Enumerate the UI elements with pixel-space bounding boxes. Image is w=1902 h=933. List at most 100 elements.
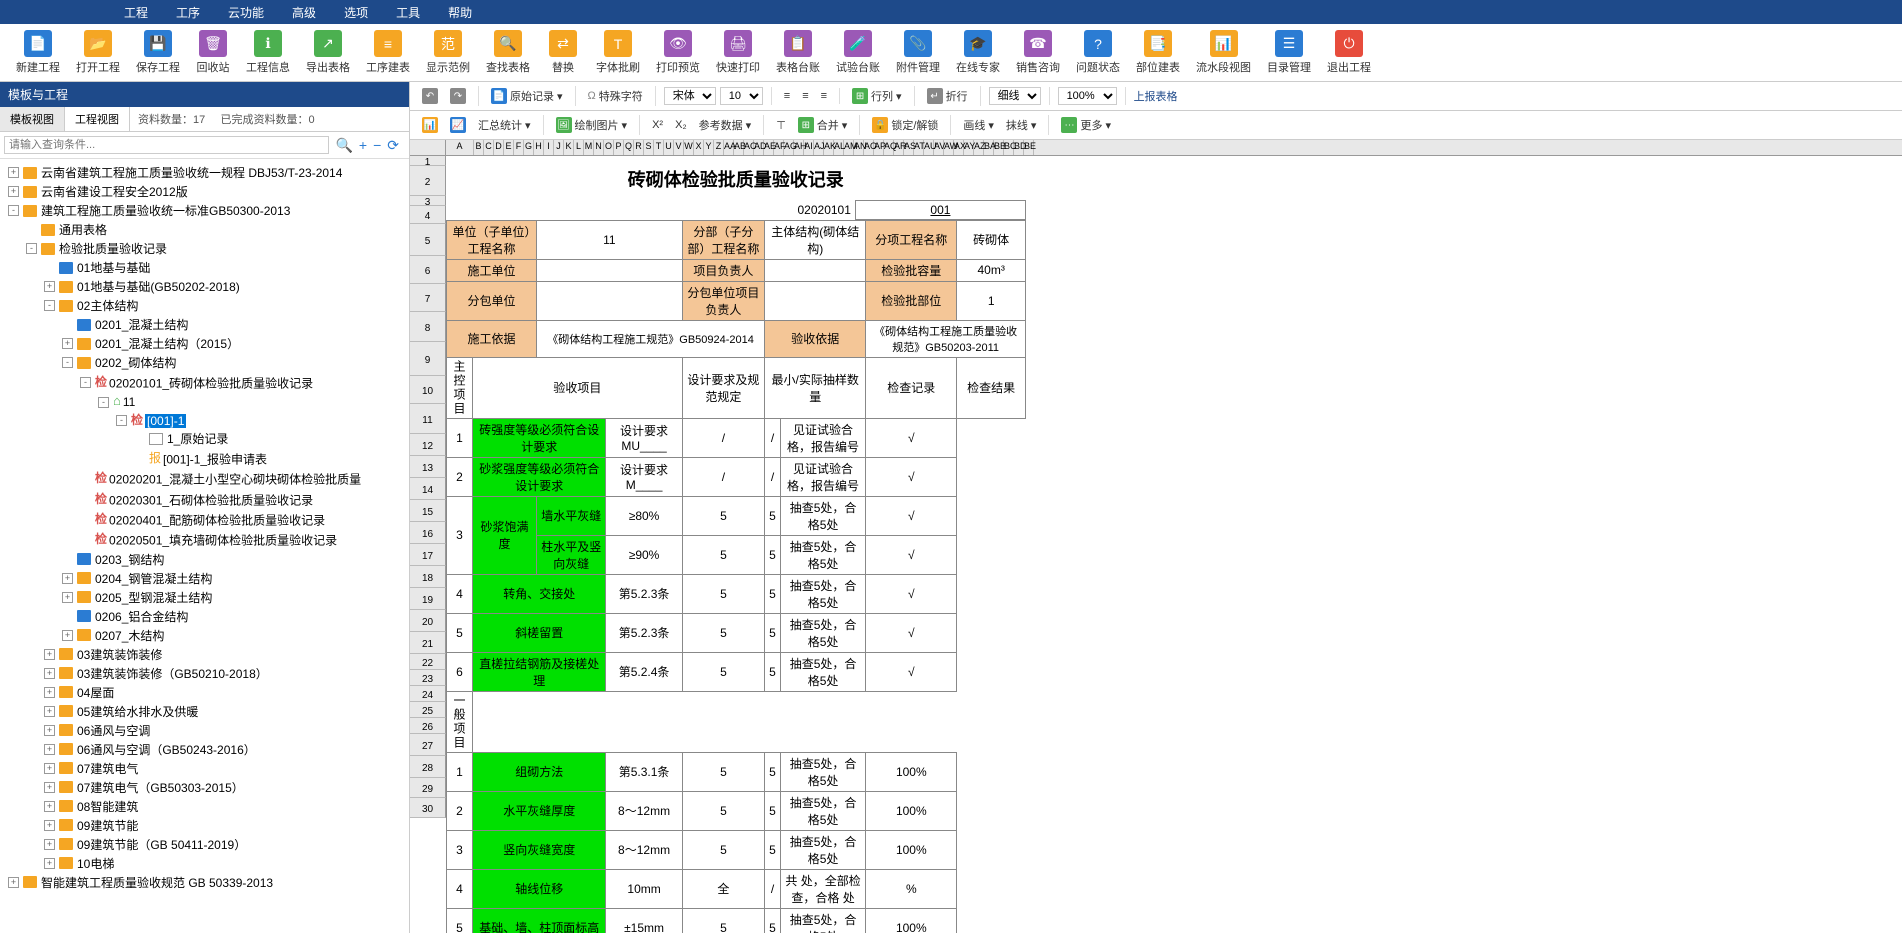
col-R[interactable]: R [634, 140, 644, 155]
ribbon-字体批刷[interactable]: T字体批刷 [588, 28, 648, 77]
col-V[interactable]: V [674, 140, 684, 155]
subscript-button[interactable]: X₂ [671, 117, 691, 133]
tree-node[interactable]: -⌂11 [0, 392, 409, 410]
tree-label[interactable]: 02020201_混凝土小型空心砌块砌体检验批质量 [109, 473, 361, 487]
ribbon-在线专家[interactable]: 🎓在线专家 [948, 28, 1008, 77]
upload-link[interactable]: 上报表格 [1134, 88, 1178, 104]
gen-row[interactable]: 2水平灰缝厚度8～12mm55抽查5处，合格5处100% [447, 791, 1026, 830]
col-N[interactable]: N [594, 140, 604, 155]
row-10[interactable]: 10 [410, 376, 446, 404]
row-26[interactable]: 26 [410, 718, 446, 734]
gen-row[interactable]: 3竖向灰缝宽度8～12mm55抽查5处，合格5处100% [447, 830, 1026, 869]
menu-帮助[interactable]: 帮助 [434, 4, 486, 21]
col-AA[interactable]: AA [724, 140, 734, 155]
row-7[interactable]: 7 [410, 284, 446, 312]
tree-toggle[interactable]: - [44, 300, 55, 311]
row-28[interactable]: 28 [410, 756, 446, 778]
ribbon-替换[interactable]: ⇄替换 [538, 28, 588, 77]
col-AG[interactable]: AG [784, 140, 794, 155]
tree-toggle[interactable]: + [62, 592, 73, 603]
col-A[interactable]: A [446, 140, 474, 155]
col-P[interactable]: P [614, 140, 624, 155]
tree-node[interactable]: +03建筑装饰装修 [0, 645, 409, 664]
tree-node[interactable]: +04屋面 [0, 683, 409, 702]
ribbon-退出工程[interactable]: ⏻退出工程 [1319, 28, 1379, 77]
col-AH[interactable]: AH [794, 140, 804, 155]
row-16[interactable]: 16 [410, 522, 446, 544]
tab-template-view[interactable]: 模板视图 [0, 107, 65, 131]
tree-node[interactable]: 0203_钢结构 [0, 550, 409, 569]
tree-node[interactable]: +云南省建筑工程施工质量验收统一规程 DBJ53/T-23-2014 [0, 163, 409, 182]
col-AD[interactable]: AD [754, 140, 764, 155]
row-6[interactable]: 6 [410, 256, 446, 284]
col-B[interactable]: B [474, 140, 484, 155]
menu-工序[interactable]: 工序 [162, 4, 214, 21]
col-AJ[interactable]: AJ [814, 140, 824, 155]
align-left-button[interactable]: ≡ [780, 88, 794, 104]
ribbon-保存工程[interactable]: 💾保存工程 [128, 28, 188, 77]
col-AP[interactable]: AP [874, 140, 884, 155]
tree-toggle[interactable]: - [80, 377, 91, 388]
tree-node[interactable]: -建筑工程施工质量验收统一标准GB50300-2013 [0, 201, 409, 220]
col-BE[interactable]: BE [1024, 140, 1034, 155]
merge-button[interactable]: ⊞合并 ▾ [794, 115, 852, 135]
col-AN[interactable]: AN [854, 140, 864, 155]
row-21[interactable]: 21 [410, 632, 446, 654]
ribbon-试验台账[interactable]: 🧪试验台账 [828, 28, 888, 77]
col-AR[interactable]: AR [894, 140, 904, 155]
row-30[interactable]: 30 [410, 798, 446, 818]
superscript-button[interactable]: X² [648, 117, 667, 133]
tree-toggle[interactable]: + [44, 744, 55, 755]
tree-label[interactable]: 01地基与基础 [77, 261, 150, 275]
col-M[interactable]: M [584, 140, 594, 155]
lock-button[interactable]: 🔒锁定/解锁 [868, 115, 942, 135]
tree-label[interactable]: 0205_型钢混凝土结构 [95, 591, 212, 605]
main-row[interactable]: 4转角、交接处第5.2.3条55抽查5处，合格5处√ [447, 574, 1026, 613]
erase-line-button[interactable]: 抹线 ▾ [1002, 115, 1041, 135]
col-S[interactable]: S [644, 140, 654, 155]
col-AW[interactable]: AW [944, 140, 954, 155]
col-U[interactable]: U [664, 140, 674, 155]
column-ruler[interactable]: ABCDEFGHIJKLMNOPQRSTUVWXYZAAABACADAEAFAG… [446, 140, 1902, 156]
tree-node[interactable]: 检02020501_填充墙砌体检验批质量验收记录 [0, 529, 409, 549]
row-20[interactable]: 20 [410, 610, 446, 632]
row-23[interactable]: 23 [410, 670, 446, 686]
ribbon-显示范例[interactable]: 范显示范例 [418, 28, 478, 77]
tree-label[interactable]: 0206_铝合金结构 [95, 610, 188, 624]
tree-toggle[interactable]: + [44, 725, 55, 736]
tree-label[interactable]: 03建筑装饰装修（GB50210-2018） [77, 667, 268, 681]
tree-node[interactable]: 通用表格 [0, 220, 409, 239]
tree-node[interactable]: +10电梯 [0, 854, 409, 873]
tab-project-view[interactable]: 工程视图 [65, 107, 130, 131]
col-AZ[interactable]: AZ [974, 140, 984, 155]
tree-node[interactable]: +09建筑节能 [0, 816, 409, 835]
special-char-button[interactable]: Ω 特殊字符 [584, 86, 647, 106]
col-O[interactable]: O [604, 140, 614, 155]
tree-label[interactable]: 09建筑节能（GB 50411-2019） [77, 838, 246, 852]
tree-node[interactable]: +06通风与空调（GB50243-2016） [0, 740, 409, 759]
tree-node[interactable]: +09建筑节能（GB 50411-2019） [0, 835, 409, 854]
tree-label[interactable]: 11 [123, 395, 135, 409]
tree-node[interactable]: -检[001]-1 [0, 410, 409, 429]
wrap-button[interactable]: ↵折行 [923, 86, 972, 106]
search-icon[interactable]: 🔍 [335, 137, 352, 154]
undo-button[interactable]: ↶ [418, 86, 442, 106]
tree-label[interactable]: 02020301_石砌体检验批质量验收记录 [109, 493, 313, 507]
col-AV[interactable]: AV [934, 140, 944, 155]
tree-node[interactable]: +智能建筑工程质量验收规范 GB 50339-2013 [0, 873, 409, 892]
align-center-button[interactable]: ≡ [798, 88, 812, 104]
row-24[interactable]: 24 [410, 686, 446, 702]
tree-label[interactable]: 0201_混凝土结构 [95, 318, 188, 332]
menu-工具[interactable]: 工具 [382, 4, 434, 21]
align-right-button[interactable]: ≡ [817, 88, 831, 104]
tree-node[interactable]: +0205_型钢混凝土结构 [0, 588, 409, 607]
ribbon-部位建表[interactable]: 📑部位建表 [1128, 28, 1188, 77]
col-AI[interactable]: AI [804, 140, 814, 155]
tree-node[interactable]: -检02020101_砖砌体检验批质量验收记录 [0, 372, 409, 392]
ribbon-快速打印[interactable]: 🖨快速打印 [708, 28, 768, 77]
tree-label[interactable]: 04屋面 [77, 686, 114, 700]
main-row[interactable]: 5斜槎留置第5.2.3条55抽查5处，合格5处√ [447, 613, 1026, 652]
tree-toggle[interactable]: + [62, 338, 73, 349]
ribbon-回收站[interactable]: 🗑回收站 [188, 28, 238, 77]
row-5[interactable]: 5 [410, 224, 446, 256]
